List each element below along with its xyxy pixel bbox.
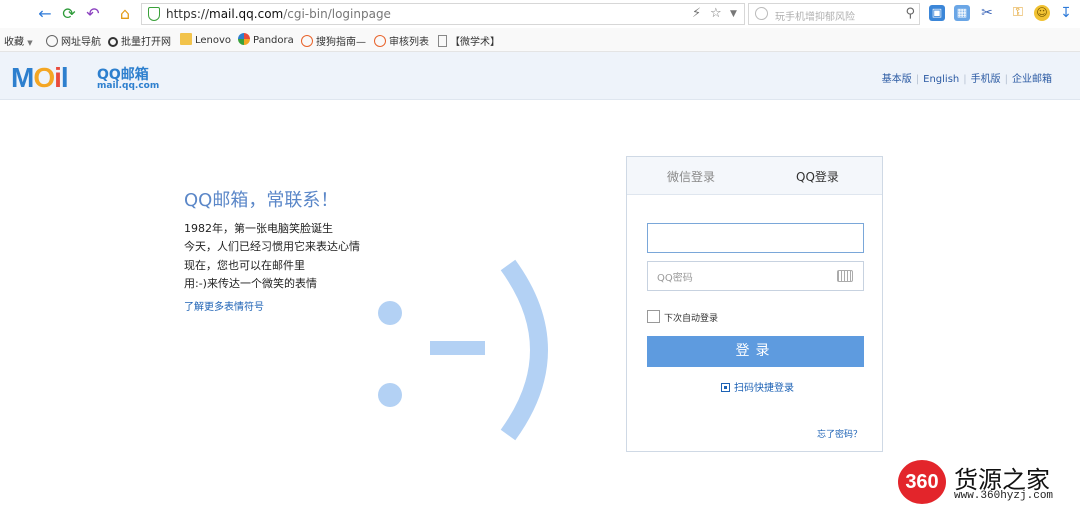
smiley-eye xyxy=(378,301,402,325)
bookmark-item[interactable]: 网址导航 xyxy=(46,33,101,48)
bookmark-item[interactable]: Pandora xyxy=(238,33,294,46)
mail-header: MOil QQ邮箱 mail.qq.com 基本版 | English | 手机版 | 企业… xyxy=(0,52,1080,100)
promo-line: 今天，人们已经习惯用它来表达心情 xyxy=(184,240,360,253)
account-input[interactable] xyxy=(647,223,864,253)
chevron-down-icon[interactable]: ▼ xyxy=(730,9,737,19)
password-placeholder: QQ密码 xyxy=(657,273,693,284)
link-english[interactable]: English xyxy=(923,74,959,85)
back-arrow-icon[interactable]: ← xyxy=(36,5,54,23)
divider: | xyxy=(915,74,920,85)
screenshot-icon[interactable]: ▦ xyxy=(954,5,970,21)
smiley-nose xyxy=(430,341,485,355)
smiley-illustration xyxy=(378,259,548,441)
search-bar[interactable]: 玩手机增抑郁风险 ⚲ xyxy=(748,3,920,25)
divider: | xyxy=(963,74,967,85)
globe-icon xyxy=(46,35,58,47)
bookmark-item[interactable]: Lenovo xyxy=(180,33,231,46)
home-icon[interactable]: ⌂ xyxy=(116,5,134,23)
browser-toolbar: ← ⟳ ↶ ⌂ https://mail.qq.com/cgi-bin/logi… xyxy=(0,0,1080,28)
tab-qq-login[interactable]: QQ登录 xyxy=(796,168,839,185)
promo-line: 用:-)来传达一个微笑的表情 xyxy=(184,277,317,290)
forgot-password-link[interactable]: 忘了密码？ xyxy=(817,427,862,440)
folder-icon xyxy=(180,33,192,45)
promo-line: 1982年，第一张电脑笑脸诞生 xyxy=(184,222,333,235)
logo-letter: M xyxy=(11,62,34,93)
address-url: https://mail.qq.com/cgi-bin/loginpage xyxy=(166,7,391,21)
qr-code-icon xyxy=(721,383,730,392)
login-tabs: 微信登录 QQ登录 xyxy=(627,157,882,195)
address-bar[interactable]: https://mail.qq.com/cgi-bin/loginpage ⚡ … xyxy=(141,3,745,25)
bookmark-item[interactable]: 【微学术】 xyxy=(438,33,500,48)
watermark-url: www.360hyzj.com xyxy=(954,490,1054,502)
sogou-icon xyxy=(374,35,386,47)
login-button[interactable]: 登录 xyxy=(647,336,864,367)
logo-letter: O xyxy=(33,62,55,93)
promo-title: QQ邮箱，常联系！ xyxy=(184,190,339,211)
scissors-icon[interactable]: ✂ xyxy=(979,5,995,21)
smiley-mouth xyxy=(500,259,548,441)
keyboard-icon[interactable] xyxy=(837,270,853,282)
link-enterprise-mail[interactable]: 企业邮箱 xyxy=(1012,74,1052,85)
emoji-icon[interactable]: ☺ xyxy=(1034,5,1050,21)
secure-shield-icon xyxy=(148,7,160,21)
more-emoticons-link[interactable]: 了解更多表情符号 xyxy=(184,298,264,313)
search-input[interactable]: 玩手机增抑郁风险 xyxy=(775,8,855,23)
watermark: 360 货源之家 www.360hyzj.com xyxy=(898,458,1080,508)
undo-icon[interactable]: ↶ xyxy=(84,5,102,23)
pandora-icon xyxy=(238,33,250,45)
search-engine-icon xyxy=(755,7,768,20)
bookmark-item[interactable]: 审核列表 xyxy=(374,33,429,48)
tab-wechat-login[interactable]: 微信登录 xyxy=(667,168,715,185)
link-basic-version[interactable]: 基本版 xyxy=(882,74,912,85)
bookmark-favorites[interactable]: 收藏 ▼ xyxy=(4,33,33,48)
refresh-icon[interactable]: ⟳ xyxy=(60,5,78,23)
logo-letter: l xyxy=(60,62,69,93)
watermark-badge: 360 xyxy=(898,460,946,504)
translate-icon[interactable]: ▣ xyxy=(929,5,945,21)
logo-letter: i xyxy=(54,62,62,93)
smiley-eye xyxy=(378,383,402,407)
divider: | xyxy=(1004,74,1008,85)
bookmark-item[interactable]: 搜狗指南— xyxy=(301,33,366,48)
qr-login-link[interactable]: 扫码快捷登录 xyxy=(721,379,794,394)
key-icon[interactable]: ⚿ xyxy=(1010,5,1026,21)
page-icon xyxy=(438,35,447,47)
search-icon xyxy=(108,37,118,47)
header-links: 基本版 | English | 手机版 | 企业邮箱 xyxy=(882,70,1052,85)
logo-domain: mail.qq.com xyxy=(97,81,160,91)
search-icon[interactable]: ⚲ xyxy=(905,6,915,21)
password-input[interactable]: QQ密码 xyxy=(647,261,864,291)
login-panel: 微信登录 QQ登录 QQ密码 下次自动登录 登录 扫码快捷登录 忘了密码？ xyxy=(626,156,883,452)
link-mobile-version[interactable]: 手机版 xyxy=(971,74,1001,85)
bookmarks-bar: 收藏 ▼ 网址导航 批量打开网 Lenovo Pandora 搜狗指南— 审核列… xyxy=(0,28,1080,52)
sogou-icon xyxy=(301,35,313,47)
bookmark-item[interactable]: 批量打开网 xyxy=(108,33,171,48)
remember-checkbox[interactable] xyxy=(647,310,660,323)
lightning-icon[interactable]: ⚡ xyxy=(692,6,701,21)
qq-mail-logo[interactable]: MOil xyxy=(11,62,69,94)
promo-line: 现在，您也可以在邮件里 xyxy=(184,259,305,272)
chevron-down-icon: ▼ xyxy=(27,39,33,47)
download-icon[interactable]: ↧ xyxy=(1058,5,1074,21)
star-icon[interactable]: ☆ xyxy=(710,6,722,21)
remember-label: 下次自动登录 xyxy=(664,314,719,324)
